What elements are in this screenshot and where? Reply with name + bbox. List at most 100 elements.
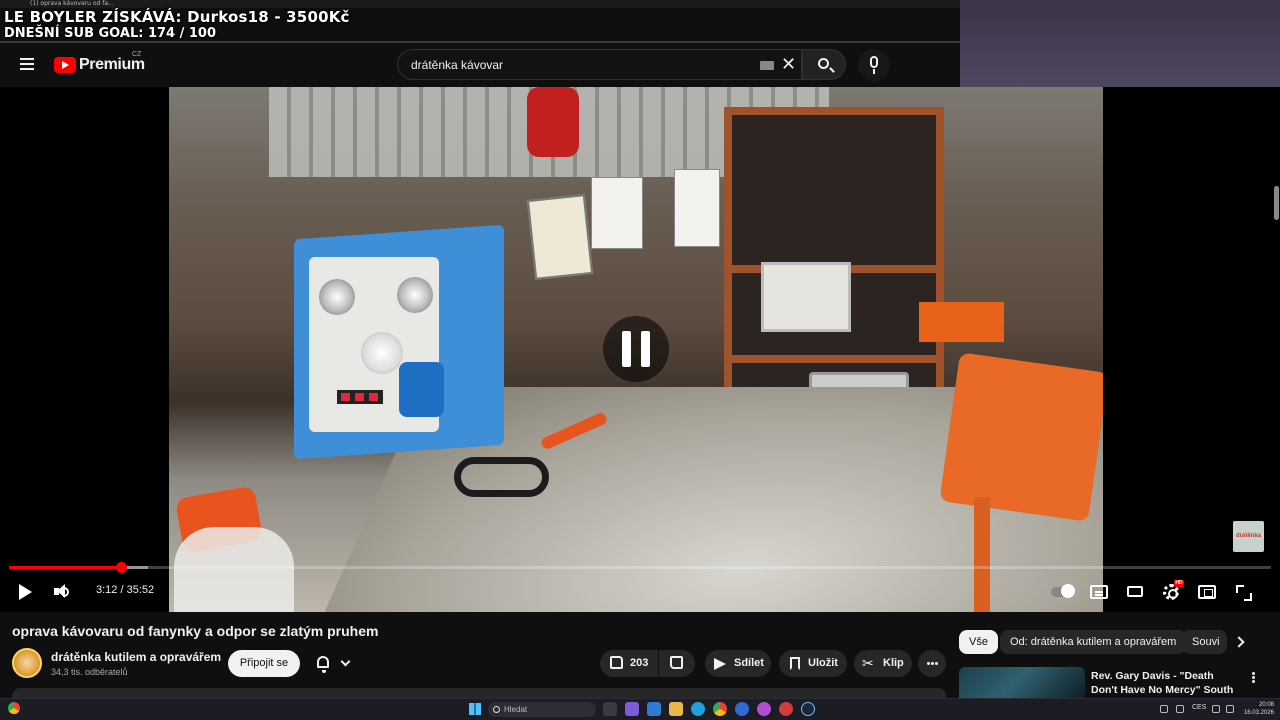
join-button[interactable]: Připojit se (228, 650, 300, 677)
network-icon[interactable] (1176, 705, 1184, 713)
task-view-icon[interactable] (603, 702, 617, 716)
scene-lamp (319, 279, 355, 315)
taskbar: Hledat CES 20:08 16.03.2026 (0, 698, 1280, 720)
subscriber-count: 34,3 tis. odběratelů (51, 667, 128, 677)
search-value: drátěnka kávovar (411, 58, 504, 72)
chevron-right-icon[interactable] (1233, 636, 1245, 648)
chip-from-channel[interactable]: Od: drátěnka kutilem a opravářem (1000, 630, 1187, 654)
subtitles-icon[interactable] (1088, 581, 1110, 603)
search-input[interactable]: drátěnka kávovar ✕ (397, 49, 802, 80)
tray-chevron-icon[interactable] (1160, 705, 1168, 713)
store-icon[interactable] (647, 702, 661, 716)
screen: (1) oprava kávovaru od fa... LE BOYLER Z… (0, 0, 1280, 720)
scrubber-handle[interactable] (116, 562, 128, 573)
share-button[interactable]: Sdílet (705, 650, 771, 677)
scene-bottle (174, 527, 294, 612)
scene-microwave (761, 262, 851, 332)
logo-region: CZ (132, 51, 142, 58)
scene-leds (337, 390, 383, 404)
autoplay-toggle-icon[interactable] (1051, 581, 1075, 603)
bell-icon (317, 656, 329, 673)
explorer-icon[interactable] (669, 702, 683, 716)
more-actions-button[interactable] (918, 650, 946, 677)
scene-socket (399, 362, 444, 417)
scene-lamp (397, 277, 433, 313)
channel-watermark[interactable]: drátěnka (1233, 521, 1264, 552)
description-box[interactable] (12, 688, 946, 698)
chip-all[interactable]: Vše (959, 630, 998, 654)
youtube-header: Premium CZ drátěnka kávovar ✕ (0, 43, 960, 87)
channel-name[interactable]: drátěnka kutilem a opravářem (51, 650, 221, 664)
pause-icon[interactable] (603, 316, 669, 382)
keyboard-icon[interactable] (760, 61, 774, 70)
time-display: 3:12 / 35:52 (96, 584, 155, 596)
chip-related[interactable]: Souvi (1182, 630, 1227, 654)
chrome-badge-icon[interactable] (8, 702, 20, 714)
loop-icon[interactable] (1124, 581, 1146, 603)
clip-label: Klip (883, 657, 904, 669)
thumbs-down-icon (670, 656, 683, 669)
clock-date: 16.03.2026 (1243, 710, 1274, 716)
youtube-logo[interactable]: Premium CZ (54, 51, 145, 74)
miniplayer-icon[interactable] (1196, 581, 1218, 603)
scene-chair (939, 352, 1103, 522)
discord-icon[interactable] (757, 702, 771, 716)
microphone-stem (873, 69, 875, 74)
progress-bar[interactable] (9, 562, 1271, 573)
scene-clamp (454, 457, 549, 497)
browser-tab-title[interactable]: (1) oprava kávovaru od fa... (30, 0, 114, 7)
recommendation-thumbnail[interactable] (959, 667, 1085, 701)
chevron-down-icon (340, 656, 351, 667)
settings-icon[interactable]: HD (1160, 580, 1184, 603)
hd-badge: HD (1174, 580, 1184, 587)
channel-avatar[interactable] (12, 648, 42, 678)
scissors-icon: ✂ (862, 655, 874, 671)
search-icon (818, 58, 829, 69)
play-icon[interactable] (16, 580, 36, 604)
steam-icon[interactable] (801, 702, 815, 716)
scene-paper-2 (674, 169, 720, 247)
clock[interactable]: 20:08 16.03.2026 (1240, 701, 1274, 717)
volume-icon[interactable] (52, 580, 72, 604)
save-label: Uložit (808, 657, 838, 669)
voice-search-button[interactable] (858, 49, 890, 81)
scene-extinguisher (527, 87, 579, 157)
like-count: 203 (630, 657, 649, 669)
scene-orange-box (919, 302, 1004, 342)
stream-overlay: LE BOYLER ZÍSKÁVÁ: Durkos18 - 3500Kč DNE… (4, 9, 350, 42)
edge-icon[interactable] (691, 702, 705, 716)
volume-tray-icon[interactable] (1212, 705, 1220, 713)
search-button[interactable] (802, 49, 846, 80)
played-bar (9, 566, 122, 569)
more-icon[interactable] (1252, 672, 1255, 675)
dislike-button[interactable] (659, 650, 695, 677)
clock-time: 20:08 (1258, 702, 1274, 708)
windows-start-icon[interactable] (469, 703, 481, 715)
menu-icon[interactable] (16, 55, 38, 75)
subscribed-button[interactable] (306, 650, 364, 677)
scene-lamp (361, 332, 403, 374)
app-icon[interactable] (735, 702, 749, 716)
logo-text: Premium (79, 56, 145, 73)
browser-tab-strip: (1) oprava kávovaru od fa... (0, 0, 960, 8)
fullscreen-icon[interactable] (1232, 581, 1254, 603)
taskbar-search[interactable]: Hledat (488, 702, 596, 717)
clip-button[interactable]: ✂ Klip (854, 650, 912, 677)
battery-icon[interactable] (1226, 705, 1234, 713)
widgets-icon[interactable] (625, 702, 639, 716)
bookmark-icon (790, 657, 800, 670)
language-indicator[interactable]: CES (1192, 704, 1206, 711)
microphone-icon (870, 56, 878, 68)
share-label: Sdílet (734, 657, 764, 669)
close-icon[interactable]: ✕ (781, 54, 796, 75)
thumbs-up-icon (610, 656, 623, 669)
save-button[interactable]: Uložit (779, 650, 847, 677)
page-scrollbar[interactable] (1274, 186, 1279, 220)
share-icon (714, 658, 726, 670)
donation-text: LE BOYLER ZÍSKÁVÁ: Durkos18 - 3500Kč (4, 8, 350, 26)
like-button[interactable]: 203 (600, 650, 658, 677)
sub-goal-text: DNEŠNÍ SUB GOAL: 174 / 100 (4, 26, 217, 41)
video-player[interactable]: drátěnka 3:12 / 35:52 HD (0, 87, 1280, 612)
chrome-icon[interactable] (713, 702, 727, 716)
obs-icon[interactable] (779, 702, 793, 716)
